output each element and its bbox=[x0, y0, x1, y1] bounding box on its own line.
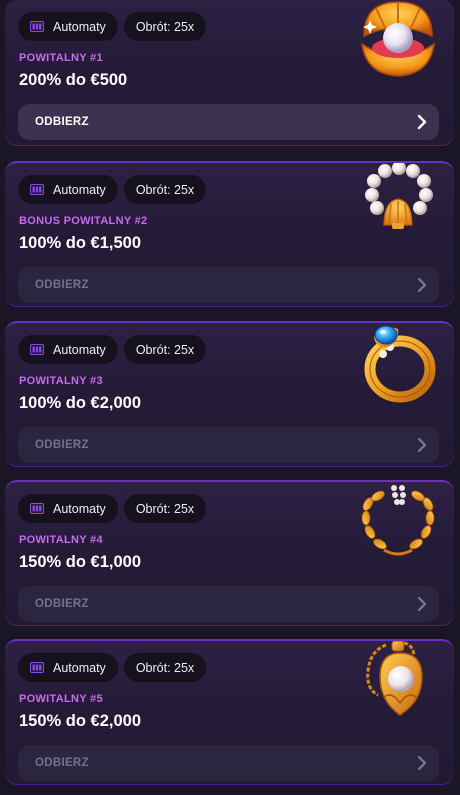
bonus-label: POWITALNY #4 bbox=[19, 534, 103, 546]
claim-button[interactable]: ODBIERZ bbox=[18, 745, 439, 781]
tag-wager: Obrót: 25x bbox=[123, 12, 207, 41]
bonus-card-2: Automaty Obrót: 25x BONUS POWITALNY #2 1… bbox=[5, 161, 454, 307]
slot-machine-icon bbox=[30, 344, 44, 355]
tag-wager-text: Obrót: 25x bbox=[135, 19, 195, 34]
claim-button-label: ODBIERZ bbox=[35, 439, 89, 451]
bonus-label: POWITALNY #3 bbox=[19, 375, 103, 387]
bonus-amount: 100% do €1,500 bbox=[19, 234, 141, 252]
slot-machine-icon bbox=[30, 184, 44, 195]
claim-button-label: ODBIERZ bbox=[35, 116, 89, 128]
bonus-list: Automaty Obrót: 25x POWITALNY #1 200% do… bbox=[0, 0, 460, 795]
pearl-pendant-icon bbox=[366, 641, 423, 716]
tag-category-text: Automaty bbox=[53, 19, 106, 34]
claim-button[interactable]: ODBIERZ bbox=[18, 104, 439, 140]
claim-button-label: ODBIERZ bbox=[35, 598, 89, 610]
tag-category: Automaty bbox=[18, 653, 118, 682]
chevron-right-icon bbox=[417, 437, 427, 453]
golden-laurel-icon bbox=[361, 485, 435, 556]
tag-row: Automaty Obrót: 25x bbox=[18, 653, 207, 682]
claim-button[interactable]: ODBIERZ bbox=[18, 267, 439, 303]
bonus-card-5: Automaty Obrót: 25x POWITALNY #5 150% do… bbox=[5, 639, 454, 785]
tag-wager: Obrót: 25x bbox=[123, 335, 207, 364]
bonus-amount: 200% do €500 bbox=[19, 71, 128, 89]
claim-button-label: ODBIERZ bbox=[35, 757, 89, 769]
tag-category: Automaty bbox=[18, 175, 118, 204]
bonus-card-4: Automaty Obrót: 25x POWITALNY #4 150% do… bbox=[5, 480, 454, 626]
tag-row: Automaty Obrót: 25x bbox=[18, 12, 207, 41]
tag-wager-text: Obrót: 25x bbox=[135, 182, 195, 197]
sapphire-ring-icon bbox=[364, 325, 436, 403]
tag-category-text: Automaty bbox=[53, 342, 106, 357]
tag-row: Automaty Obrót: 25x bbox=[18, 335, 207, 364]
pearl-bracelet-icon bbox=[365, 163, 433, 229]
chevron-right-icon bbox=[417, 596, 427, 612]
tag-category-text: Automaty bbox=[53, 501, 106, 516]
claim-button[interactable]: ODBIERZ bbox=[18, 427, 439, 463]
tag-category: Automaty bbox=[18, 494, 118, 523]
tag-row: Automaty Obrót: 25x bbox=[18, 494, 207, 523]
tag-category-text: Automaty bbox=[53, 660, 106, 675]
bonus-amount: 150% do €1,000 bbox=[19, 553, 141, 571]
slot-machine-icon bbox=[30, 21, 44, 32]
slot-machine-icon bbox=[30, 503, 44, 514]
bonus-label: POWITALNY #1 bbox=[19, 52, 103, 64]
chevron-right-icon bbox=[417, 755, 427, 771]
tag-wager-text: Obrót: 25x bbox=[135, 660, 195, 675]
tag-category: Automaty bbox=[18, 335, 118, 364]
tag-row: Automaty Obrót: 25x bbox=[18, 175, 207, 204]
bonus-label: BONUS POWITALNY #2 bbox=[19, 215, 148, 227]
chevron-right-icon bbox=[417, 277, 427, 293]
bonus-card-3: Automaty Obrót: 25x POWITALNY #3 100% do… bbox=[5, 321, 454, 467]
tag-wager: Obrót: 25x bbox=[123, 494, 207, 523]
tag-wager-text: Obrót: 25x bbox=[135, 501, 195, 516]
slot-machine-icon bbox=[30, 662, 44, 673]
claim-button[interactable]: ODBIERZ bbox=[18, 586, 439, 622]
tag-category-text: Automaty bbox=[53, 182, 106, 197]
tag-wager: Obrót: 25x bbox=[123, 653, 207, 682]
bonus-amount: 100% do €2,000 bbox=[19, 394, 141, 412]
tag-category: Automaty bbox=[18, 12, 118, 41]
bonus-card-1: Automaty Obrót: 25x POWITALNY #1 200% do… bbox=[5, 0, 454, 146]
bonus-amount: 150% do €2,000 bbox=[19, 712, 141, 730]
chevron-right-icon bbox=[417, 114, 427, 130]
pearl-shell-icon bbox=[361, 1, 435, 77]
tag-wager-text: Obrót: 25x bbox=[135, 342, 195, 357]
bonus-label: POWITALNY #5 bbox=[19, 693, 103, 705]
tag-wager: Obrót: 25x bbox=[123, 175, 207, 204]
claim-button-label: ODBIERZ bbox=[35, 279, 89, 291]
